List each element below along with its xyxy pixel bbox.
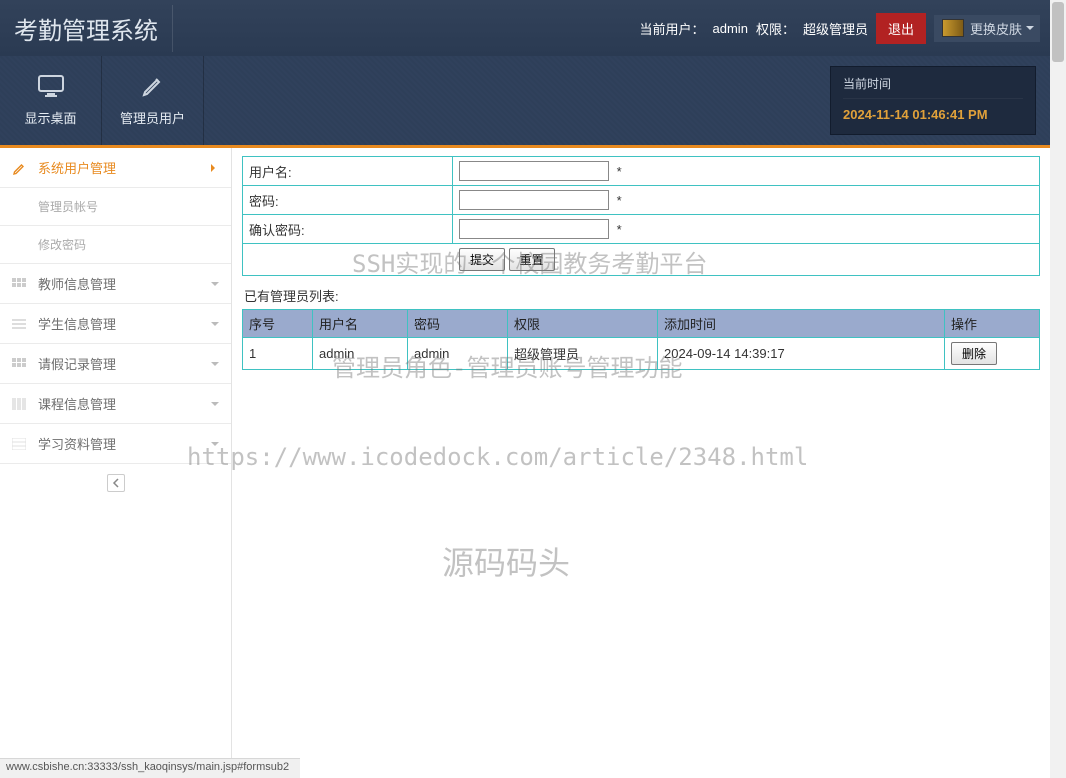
chevron-down-icon	[211, 322, 219, 330]
sidebar-item-teacher-info[interactable]: 教师信息管理	[0, 264, 231, 304]
admin-form-table: 用户名: * 密码: * 确认密码:	[242, 156, 1040, 276]
chevron-right-icon	[211, 164, 219, 172]
ribbon-item-label: 管理员用户	[120, 108, 185, 127]
sidebar-collapse-toggle[interactable]	[0, 464, 231, 502]
col-password: 密码	[408, 310, 508, 338]
required-star: *	[617, 193, 622, 208]
skin-icon	[942, 19, 964, 37]
sidebar-item-student-info[interactable]: 学生信息管理	[0, 304, 231, 344]
logout-button[interactable]: 退出	[876, 13, 926, 44]
chevron-left-icon	[107, 474, 125, 492]
col-action: 操作	[945, 310, 1040, 338]
columns-icon	[12, 398, 28, 410]
sidebar-subitem-admin-account[interactable]: 管理员帐号	[0, 188, 231, 226]
chevron-down-icon	[211, 442, 219, 450]
scrollbar-thumb[interactable]	[1052, 2, 1064, 62]
chevron-down-icon	[211, 282, 219, 290]
sidebar-item-system-users[interactable]: 系统用户管理	[0, 148, 231, 188]
sidebar-item-label: 教师信息管理	[38, 274, 116, 293]
username-input[interactable]	[459, 161, 609, 181]
sidebar: 系统用户管理 管理员帐号 修改密码 教师信息管理 学生信息管理 请假记录管理	[0, 148, 232, 758]
time-panel: 当前时间 2024-11-14 01:46:41 PM	[830, 66, 1036, 135]
sidebar-item-study-materials[interactable]: 学习资料管理	[0, 424, 231, 464]
cell-password: admin	[408, 338, 508, 370]
time-panel-title: 当前时间	[843, 75, 1023, 99]
sidebar-item-label: 学习资料管理	[38, 434, 116, 453]
ribbon-item-label: 显示桌面	[24, 108, 76, 127]
table-row: 1 admin admin 超级管理员 2024-09-14 14:39:17 …	[243, 338, 1040, 370]
header-bar: 考勤管理系统 当前用户： admin 权限： 超级管理员 退出 更换皮肤	[0, 0, 1050, 56]
cell-username: admin	[313, 338, 408, 370]
vertical-scrollbar[interactable]	[1050, 0, 1066, 778]
time-panel-value: 2024-11-14 01:46:41 PM	[843, 99, 1023, 122]
sidebar-item-course-info[interactable]: 课程信息管理	[0, 384, 231, 424]
password-label: 密码:	[243, 186, 453, 215]
perm-value: 超级管理员	[803, 19, 868, 38]
watermark-text: 源码码头	[442, 538, 570, 584]
sidebar-subitem-change-password[interactable]: 修改密码	[0, 226, 231, 264]
ribbon-bar: 显示桌面 管理员用户 当前时间 2024-11-14 01:46:41 PM	[0, 56, 1050, 148]
col-perm: 权限	[508, 310, 658, 338]
current-user-value: admin	[713, 21, 748, 36]
sidebar-item-label: 请假记录管理	[38, 354, 116, 373]
cell-index: 1	[243, 338, 313, 370]
chevron-down-icon	[211, 362, 219, 370]
monitor-icon	[37, 74, 65, 98]
list-icon	[12, 318, 28, 330]
cell-created: 2024-09-14 14:39:17	[658, 338, 945, 370]
col-username: 用户名	[313, 310, 408, 338]
col-created: 添加时间	[658, 310, 945, 338]
skin-switcher-label: 更换皮肤	[970, 19, 1022, 38]
cell-perm: 超级管理员	[508, 338, 658, 370]
ribbon-item-desktop[interactable]: 显示桌面	[0, 56, 102, 145]
required-star: *	[617, 164, 622, 179]
confirm-password-input[interactable]	[459, 219, 609, 239]
table-header-row: 序号 用户名 密码 权限 添加时间 操作	[243, 310, 1040, 338]
col-index: 序号	[243, 310, 313, 338]
app-title: 考勤管理系统	[10, 5, 173, 52]
perm-label: 权限：	[756, 19, 795, 38]
grid-icon	[12, 358, 28, 370]
submit-button[interactable]: 提交	[459, 248, 505, 271]
watermark-url: https://www.icodedock.com/article/2348.h…	[187, 443, 808, 471]
grid-icon	[12, 278, 28, 290]
required-star: *	[617, 222, 622, 237]
chevron-down-icon	[211, 402, 219, 410]
password-input[interactable]	[459, 190, 609, 210]
status-bar: www.csbishe.cn:33333/ssh_kaoqinsys/main.…	[0, 758, 300, 778]
ribbon-item-admin-user[interactable]: 管理员用户	[102, 56, 204, 145]
sidebar-item-leave-records[interactable]: 请假记录管理	[0, 344, 231, 384]
sidebar-item-label: 学生信息管理	[38, 314, 116, 333]
sidebar-item-label: 课程信息管理	[38, 394, 116, 413]
admin-list-table: 序号 用户名 密码 权限 添加时间 操作 1 admin admin 超级管理员…	[242, 309, 1040, 370]
confirm-password-label: 确认密码:	[243, 215, 453, 244]
skin-switcher[interactable]: 更换皮肤	[934, 15, 1040, 42]
status-bar-text: www.csbishe.cn:33333/ssh_kaoqinsys/main.…	[6, 761, 289, 773]
pencil-icon	[141, 74, 165, 98]
main-content: 用户名: * 密码: * 确认密码:	[232, 148, 1050, 758]
pencil-small-icon	[12, 162, 28, 174]
username-label: 用户名:	[243, 157, 453, 186]
reset-button[interactable]: 重置	[509, 248, 555, 271]
sidebar-item-label: 系统用户管理	[38, 158, 116, 177]
calendar-icon	[12, 438, 28, 450]
admin-list-title: 已有管理员列表:	[244, 286, 1040, 305]
current-user-label: 当前用户：	[640, 19, 705, 38]
delete-button[interactable]: 删除	[951, 342, 997, 365]
